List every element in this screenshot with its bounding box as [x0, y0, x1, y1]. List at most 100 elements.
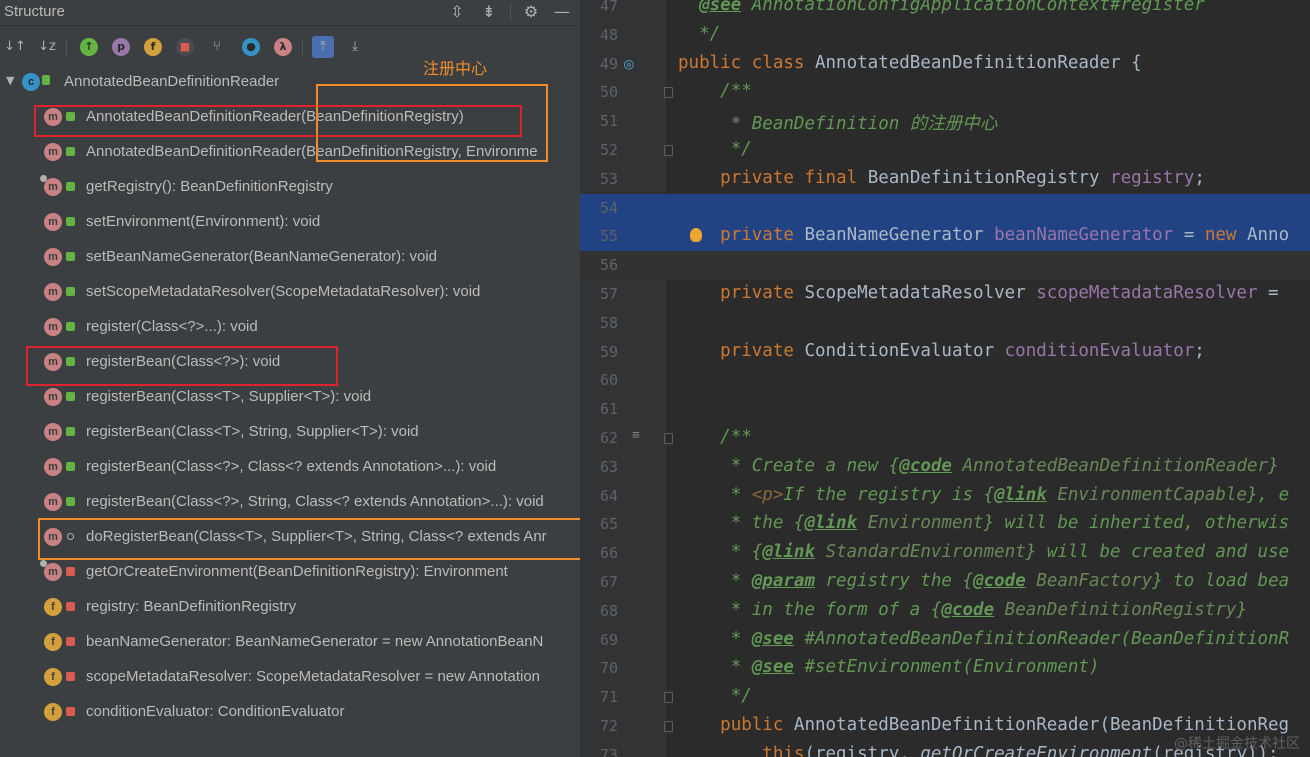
method-item[interactable]: m register(Class<?>...): void — [0, 310, 580, 345]
highlight-box-registerbean — [26, 346, 338, 386]
member-label: getOrCreateEnvironment(BeanDefinitionReg… — [86, 563, 508, 580]
show-fields-icon[interactable]: f — [144, 38, 162, 56]
field-item[interactable]: f registry: BeanDefinitionRegistry — [0, 590, 580, 625]
code-line[interactable]: 69 * @see #AnnotatedBeanDefinitionReader… — [580, 626, 1310, 655]
method-icon: m — [44, 563, 62, 581]
code-line[interactable]: 61 — [580, 395, 1310, 424]
code-line[interactable]: 50 /** — [580, 78, 1310, 107]
code-text: private ScopeMetadataResolver scopeMetad… — [720, 283, 1279, 303]
method-icon: m — [44, 318, 62, 336]
gear-icon[interactable]: ⚙ — [520, 2, 542, 22]
private-visibility-icon — [66, 567, 75, 576]
member-label: registerBean(Class<?>, String, Class<? e… — [86, 493, 544, 510]
code-line[interactable]: 71 */ — [580, 683, 1310, 712]
implementation-gutter-icon[interactable]: ◎ — [624, 54, 634, 73]
code-line[interactable]: 54 — [580, 193, 1310, 223]
line-number: 63 — [599, 457, 618, 476]
fold-icon[interactable] — [664, 721, 673, 732]
code-text: public class AnnotatedBeanDefinitionRead… — [678, 52, 1142, 73]
javadoc-render-icon[interactable]: ≡ — [632, 428, 640, 443]
method-item[interactable]: m getRegistry(): BeanDefinitionRegistry — [0, 170, 580, 205]
method-item[interactable]: m registerBean(Class<T>, String, Supplier… — [0, 415, 580, 450]
method-item[interactable]: m registerBean(Class<?>, String, Class<? … — [0, 485, 580, 520]
code-text: /** — [720, 81, 752, 102]
show-non-public-icon[interactable]: ■ — [176, 38, 194, 56]
code-line[interactable]: 70 * @see #setEnvironment(Environment) — [580, 654, 1310, 683]
code-line[interactable]: 67 * @param registry the {@code BeanFact… — [580, 568, 1310, 597]
autoscroll-to-source-icon[interactable]: ⤒ — [312, 36, 334, 58]
code-line[interactable]: 64 * <p>If the registry is {@link Enviro… — [580, 482, 1310, 511]
code-line[interactable]: 48 */ — [580, 21, 1310, 50]
method-item[interactable]: m setBeanNameGenerator(BeanNameGenerator)… — [0, 240, 580, 275]
chevron-down-icon[interactable]: ▼ — [6, 74, 14, 87]
line-number: 48 — [599, 25, 618, 44]
member-label: beanNameGenerator: BeanNameGenerator = n… — [86, 633, 544, 650]
code-line[interactable]: 66 * {@link StandardEnvironment} will be… — [580, 539, 1310, 568]
show-inherited-icon[interactable]: ↑ — [80, 38, 98, 56]
autoscroll-from-source-icon[interactable]: ⤓ — [344, 36, 366, 58]
field-icon: f — [44, 598, 62, 616]
line-number: 66 — [599, 544, 618, 563]
line-number: 57 — [599, 285, 618, 303]
code-line[interactable]: 57 private ScopeMetadataResolver scopeMe… — [580, 280, 1310, 309]
fold-icon[interactable] — [664, 692, 673, 704]
code-text: private BeanNameGenerator beanNameGenera… — [720, 225, 1290, 246]
code-line[interactable]: 68 * in the form of a {@code BeanDefinit… — [580, 597, 1310, 626]
method-item[interactable]: m setEnvironment(Environment): void — [0, 205, 580, 240]
member-label: registerBean(Class<T>, String, Supplier<… — [86, 423, 419, 440]
show-lambdas2-icon[interactable]: λ — [274, 38, 292, 56]
code-line[interactable]: 47 @see AnnotationConfigApplicationConte… — [580, 0, 1310, 21]
sort-by-visibility-icon[interactable]: ↓↑ — [4, 36, 26, 58]
code-line[interactable]: 59 private ConditionEvaluator conditionE… — [580, 338, 1310, 367]
code-text: */ — [730, 139, 752, 159]
field-item[interactable]: f scopeMetadataResolver: ScopeMetadataRes… — [0, 660, 580, 695]
method-item[interactable]: m registerBean(Class<?>, Class<? extends … — [0, 450, 580, 485]
method-item[interactable]: m getOrCreateEnvironment(BeanDefinitionRe… — [0, 555, 580, 590]
code-line[interactable]: 63 * Create a new {@code AnnotatedBeanDe… — [580, 453, 1310, 482]
method-icon: m — [44, 423, 62, 441]
class-name: AnnotatedBeanDefinitionReader — [64, 73, 280, 90]
line-number: 61 — [599, 400, 618, 419]
code-line[interactable]: 56 — [580, 251, 1310, 281]
code-text: */ — [730, 686, 752, 707]
code-text: @see AnnotationConfigApplicationContext#… — [699, 0, 1205, 15]
field-item[interactable]: f conditionEvaluator: ConditionEvaluator — [0, 695, 580, 730]
structure-panel: Structure ⇳ ⇟ ⚙ — ↓↑ ↓z ↑ p f ■ ⑂ ● λ ⤒ … — [0, 0, 580, 757]
line-number: 70 — [599, 659, 618, 678]
code-line[interactable]: 60 — [580, 366, 1310, 395]
code-line[interactable]: 65 * the {@link Environment} will be inh… — [580, 510, 1310, 539]
code-line[interactable]: 55 private BeanNameGenerator beanNameGen… — [580, 222, 1310, 252]
line-number: 71 — [599, 688, 618, 707]
show-lambdas-icon[interactable]: ● — [242, 38, 260, 56]
code-line[interactable]: 51 * BeanDefinition 的注册中心 — [580, 107, 1310, 136]
line-number: 59 — [599, 342, 618, 361]
sort-alphabetically-icon[interactable]: ↓z — [36, 36, 58, 58]
member-label: setBeanNameGenerator(BeanNameGenerator):… — [86, 248, 438, 265]
collapse-all-icon[interactable]: ⇟ — [478, 2, 500, 22]
method-icon: m — [44, 458, 62, 476]
show-anonymous-icon[interactable]: ⑂ — [206, 36, 228, 58]
expand-all-icon[interactable]: ⇳ — [446, 2, 468, 22]
code-text: * {@link StandardEnvironment} will be cr… — [730, 542, 1290, 563]
code-line[interactable]: 62 ≡ /** — [580, 424, 1310, 453]
method-item[interactable]: m setScopeMetadataResolver(ScopeMetadataR… — [0, 275, 580, 310]
structure-toolbar: ↓↑ ↓z ↑ p f ■ ⑂ ● λ ⤒ ⤓ — [0, 30, 580, 62]
member-label: registry: BeanDefinitionRegistry — [86, 598, 297, 615]
line-number: 73 — [599, 745, 618, 757]
line-number: 49 — [599, 54, 618, 73]
fold-icon[interactable] — [664, 87, 673, 99]
minimize-icon[interactable]: — — [551, 2, 573, 22]
code-line[interactable]: 49 ◎ public class AnnotatedBeanDefinitionR… — [580, 50, 1310, 79]
field-item[interactable]: f beanNameGenerator: BeanNameGenerator = … — [0, 625, 580, 660]
line-number: 52 — [599, 141, 618, 159]
member-label: setEnvironment(Environment): void — [86, 213, 321, 230]
code-line[interactable]: 58 — [580, 309, 1310, 338]
code-line[interactable]: 52 */ — [580, 136, 1310, 165]
fold-icon[interactable] — [664, 433, 673, 444]
show-properties-icon[interactable]: p — [112, 38, 130, 56]
fold-icon[interactable] — [664, 145, 673, 156]
public-visibility-icon — [66, 147, 75, 156]
code-line[interactable]: 53 private final BeanDefinitionRegistry … — [580, 165, 1310, 194]
header-divider — [510, 4, 511, 20]
code-editor[interactable]: 47 @see AnnotationConfigApplicationConte… — [580, 0, 1310, 757]
